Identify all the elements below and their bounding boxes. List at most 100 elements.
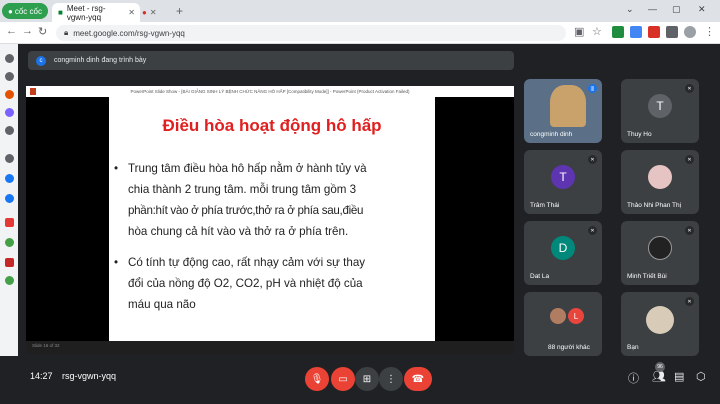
presenter-banner: c congminh dinh đang trình bày [28,51,514,70]
participant-name: Bạn [627,344,639,351]
participant-name: 88 người khác [548,344,590,351]
participant-name: Thuy Ho [627,131,652,138]
history-icon[interactable] [5,72,14,81]
mic-off-icon: ✕ [685,155,694,164]
meeting-info-icon[interactable]: ⓘ [628,370,639,386]
maximize-icon[interactable]: ▢ [672,4,681,15]
extensions-puzzle-icon[interactable] [666,26,678,38]
slide-title: Điều hòa hoạt động hô hấp [162,116,382,135]
url-text: meet.google.com/rsg-vgwn-yqq [73,28,185,38]
bullet-line: phần:hít vào ở phía trước,thở ra ở phía … [128,204,364,217]
sidebar-app-icon[interactable] [5,126,14,135]
participant-tile[interactable]: ||| congminh dinh [524,79,602,143]
messenger-icon[interactable] [5,108,14,117]
bullet-line: chia thành 2 trung tâm. mỗi trung tâm gồ… [128,183,357,196]
avatar [550,308,566,324]
participant-video [550,85,586,127]
facebook-icon[interactable] [5,174,14,183]
sidebar-app-icon[interactable] [5,218,14,227]
back-icon[interactable]: ← [6,25,17,37]
coccoc-home-button[interactable]: ● cốc cốc [2,3,48,19]
presenter-avatar: c [36,55,46,66]
avatar: D [551,236,575,260]
bookmark-star-icon[interactable]: ☆ [592,25,602,38]
present-icon: ⊞ [362,373,372,385]
activities-icon[interactable]: ⬡ [696,370,706,383]
bullet-line: đổi của nồng độ O2, CO2, pH và nhiệt độ … [128,277,363,290]
lock-icon: 🔒︎ [64,28,69,37]
bullet-line: Có tính tự động cao, rất nhạy cảm với sự… [128,256,366,269]
slide-bullet-2: • Có tính tự động cao, rất nhạy cảm với … [114,252,420,315]
camera-off-icon: ▭ [338,373,348,385]
self-tile[interactable]: ✕ Bạn [621,292,699,356]
participant-tile[interactable]: ✕ Minh Triết Bùi [621,221,699,285]
tab-close-icon[interactable]: ✕ [150,8,157,17]
settings-icon[interactable] [5,54,14,63]
end-call-button[interactable]: ☎︎ [404,367,432,391]
participant-name: Thảo Nhi Phan Thị [627,202,682,209]
present-button[interactable]: ⊞ [355,367,379,391]
camera-toggle-button[interactable]: ▭ [331,367,355,391]
participant-tile[interactable]: ✕ Thảo Nhi Phan Thị [621,150,699,214]
participant-name: congminh dinh [530,131,573,138]
more-vert-icon: ⋮ [386,373,396,385]
participant-tile[interactable]: T ✕ Thuy Ho [621,79,699,143]
tab-close-icon[interactable]: ✕ [128,8,135,17]
menu-icon[interactable]: ⋮ [704,25,715,38]
powerpoint-icon [30,88,36,95]
participant-name: Trâm Thái [530,202,560,209]
profile-avatar[interactable] [684,26,696,38]
facebook-icon[interactable] [5,194,14,203]
mic-off-icon: 🎙︎ [310,373,324,385]
participant-name: Minh Triết Bùi [627,273,667,280]
close-window-icon[interactable]: ✕ [698,4,706,15]
mic-off-icon: ✕ [685,226,694,235]
ppt-status-bar: Slide 16 of 32 [26,341,514,354]
chat-icon[interactable]: ▤ [674,370,684,383]
extension-icon[interactable] [612,26,624,38]
add-icon[interactable] [5,154,14,163]
avatar [648,236,672,260]
meet-favicon-icon: ■ [58,8,63,17]
extension-icon[interactable] [648,26,660,38]
new-tab-button[interactable]: + [176,4,183,18]
tab-recording[interactable]: ● ✕ [142,4,172,20]
coccoc-label: cốc cốc [14,6,42,16]
tab-search-icon[interactable]: ⌄ [626,4,634,15]
tab-meet[interactable]: ■ Meet - rsg-vgwn-yqq ✕ [52,3,140,22]
url-field[interactable]: 🔒︎ meet.google.com/rsg-vgwn-yqq [56,25,566,41]
minimize-icon[interactable]: — [648,4,657,14]
mic-off-icon: ✕ [588,226,597,235]
slide-bullet-1: • Trung tâm điều hòa hô hấp nằm ở hành t… [114,158,420,242]
bullet-dot-icon: • [114,256,119,269]
extension-icon[interactable] [630,26,642,38]
slide-counter: Slide 16 of 32 [32,343,60,348]
more-options-button[interactable]: ⋮ [379,367,403,391]
speaking-indicator-icon: ||| [588,84,597,93]
camera-permission-icon[interactable]: ▣ [574,25,584,38]
forward-icon[interactable]: → [22,25,33,37]
mic-off-icon: ✕ [588,155,597,164]
tab-title: Meet - rsg-vgwn-yqq [66,3,106,22]
participant-tile[interactable]: D ✕ Dat La [524,221,602,285]
bullet-dot-icon: • [114,162,119,175]
participant-name: Dat La [530,273,550,280]
avatar [648,165,672,189]
bullet-line: hòa chung cả hít vào và thở ra ở phía tr… [128,225,349,238]
mic-off-icon: ✕ [685,297,694,306]
avatar [646,306,674,334]
reload-icon[interactable]: ↻ [38,25,47,38]
record-icon: ● [142,7,147,17]
others-tile[interactable]: L 88 người khác [524,292,602,356]
mic-toggle-button[interactable]: 🎙︎ [305,367,329,391]
avatar: T [551,165,575,189]
sidebar-app-icon[interactable] [5,258,14,267]
meeting-time: 14:27 [30,371,53,381]
sidebar-app-icon[interactable] [5,238,14,247]
sidebar-app-icon[interactable] [5,90,14,99]
phone-hangup-icon: ☎︎ [411,373,425,385]
sidebar-app-icon[interactable] [5,276,14,285]
mic-off-icon: ✕ [685,84,694,93]
ppt-window-title: PowerPoint Slide Show - [BÀI GIẢNG SINH … [26,86,514,97]
participant-tile[interactable]: T ✕ Trâm Thái [524,150,602,214]
